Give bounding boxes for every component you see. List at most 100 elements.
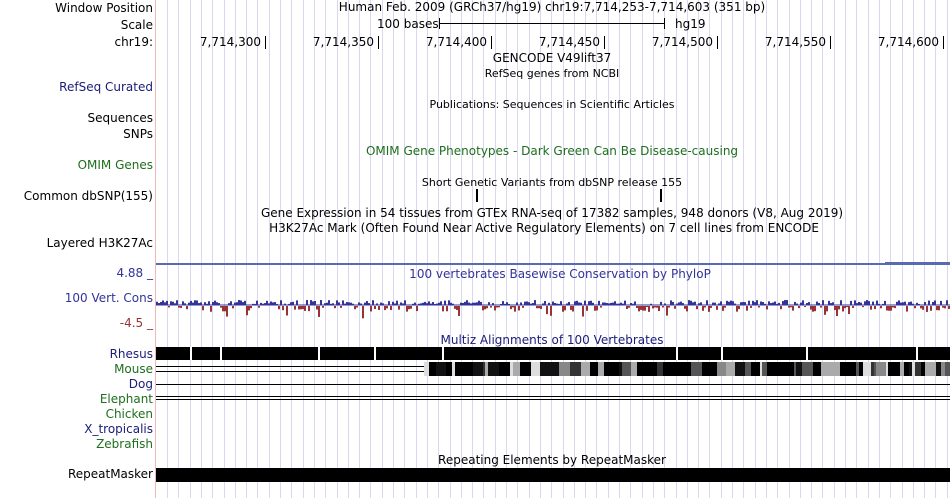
grid-line — [912, 0, 914, 498]
cons-bar — [896, 301, 898, 305]
cons-bar — [714, 302, 716, 305]
mouse-alignment-block — [663, 362, 670, 376]
sequences-label[interactable]: Sequences — [88, 111, 153, 126]
grid-line — [178, 0, 180, 498]
cons-bar — [164, 302, 166, 305]
cons-bar — [810, 306, 812, 310]
cons-bar — [338, 302, 340, 305]
cons-bar — [220, 306, 222, 308]
grid-line — [460, 0, 462, 498]
cons-bar — [648, 306, 650, 312]
cons-bar — [314, 300, 316, 305]
cons-bar — [334, 306, 336, 309]
cons-bar — [570, 306, 572, 310]
cons-bar — [210, 306, 212, 312]
repeat-element[interactable] — [156, 468, 950, 482]
dog-alignment[interactable] — [156, 384, 950, 385]
elephant-alignment-top[interactable] — [156, 396, 950, 397]
cons-label[interactable]: 100 Vert. Cons — [65, 291, 153, 306]
cons-bar — [240, 300, 242, 305]
mouse-alignment[interactable] — [156, 362, 950, 376]
cons-bar — [942, 306, 944, 308]
cons-bar — [696, 306, 698, 310]
cons-bar — [868, 301, 870, 305]
species-dog[interactable]: Dog — [129, 377, 153, 392]
species-chicken[interactable]: Chicken — [106, 407, 153, 422]
snp-mark[interactable] — [476, 189, 478, 202]
gtex-title: Gene Expression in 54 tissues from GTEx … — [260, 206, 844, 220]
cons-bar — [872, 301, 874, 305]
elephant-alignment-bottom[interactable] — [156, 399, 950, 400]
cons-bar — [594, 306, 596, 311]
grid-line — [404, 0, 406, 498]
cons-bar — [772, 302, 774, 305]
cons-bar — [860, 302, 862, 305]
cons-bar — [180, 306, 182, 308]
common-dbsnp-label[interactable]: Common dbSNP(155) — [24, 189, 153, 204]
cons-bar — [844, 306, 846, 309]
cons-bar — [866, 300, 868, 305]
cons-bar — [846, 306, 848, 308]
mouse-alignment-block — [691, 362, 702, 376]
grid-line — [359, 0, 361, 498]
cons-bar — [568, 301, 570, 305]
rhesus-alignment[interactable] — [156, 347, 950, 360]
cons-bar — [296, 300, 298, 305]
cons-bar — [224, 306, 226, 312]
grid-line — [890, 0, 892, 498]
cons-bar — [326, 302, 328, 305]
cons-bar — [576, 300, 578, 305]
cons-bar — [504, 303, 506, 305]
cons-bar — [256, 300, 258, 305]
species-mouse[interactable]: Mouse — [114, 362, 153, 377]
layered-h3k27ac-label[interactable]: Layered H3K27Ac — [47, 236, 153, 251]
cons-bar — [550, 306, 552, 316]
cons-bar — [456, 306, 458, 310]
cons-bar — [862, 306, 864, 308]
cons-bar — [898, 300, 900, 305]
mouse-alignment-block — [863, 362, 871, 376]
ruler-position-label: 7,714,550 — [764, 35, 826, 49]
assembly-position-text: Human Feb. 2009 (GRCh37/hg19) chr19:7,71… — [338, 0, 766, 14]
omim-genes-label[interactable]: OMIM Genes — [78, 158, 153, 173]
snp-mark[interactable] — [660, 189, 662, 202]
cons-bar — [274, 302, 276, 305]
cons-bar — [578, 302, 580, 305]
cons-bar — [526, 301, 528, 305]
cons-bar — [946, 300, 948, 305]
conservation-wiggle[interactable] — [156, 290, 950, 326]
refseq-curated-label[interactable]: RefSeq Curated — [59, 80, 153, 95]
cons-bar — [658, 306, 660, 312]
cons-bar — [254, 303, 256, 305]
alignment-gap — [806, 347, 808, 360]
cons-bar — [630, 303, 632, 305]
cons-bar — [242, 302, 244, 305]
species-xtropicalis[interactable]: X_tropicalis — [84, 422, 153, 437]
cons-bar — [472, 302, 474, 305]
species-elephant[interactable]: Elephant — [100, 392, 153, 407]
grid-line — [833, 0, 835, 498]
cons-bar — [604, 302, 606, 305]
cons-bar — [464, 301, 466, 305]
species-zebrafish[interactable]: Zebrafish — [96, 437, 153, 452]
species-rhesus[interactable]: Rhesus — [110, 347, 153, 362]
cons-bar — [520, 302, 522, 305]
cons-bar — [268, 303, 270, 305]
cons-bar — [574, 301, 576, 305]
cons-bar — [672, 301, 674, 305]
cons-bar — [184, 303, 186, 305]
cons-bar — [640, 306, 642, 310]
gencode-title[interactable]: GENCODE V49lift37 — [493, 51, 611, 66]
cons-bar — [724, 306, 726, 308]
cons-bar — [788, 306, 790, 308]
cons-bar — [878, 303, 880, 305]
snps-label[interactable]: SNPs — [123, 127, 153, 142]
repeatmasker-label[interactable]: RepeatMasker — [68, 467, 153, 482]
cons-bar — [718, 303, 720, 305]
grid-line — [268, 0, 270, 498]
mouse-alignment-block — [876, 362, 886, 376]
cons-bar — [514, 306, 516, 312]
cons-bar — [590, 300, 592, 305]
cons-bar — [626, 306, 628, 310]
cons-bar — [230, 301, 232, 305]
